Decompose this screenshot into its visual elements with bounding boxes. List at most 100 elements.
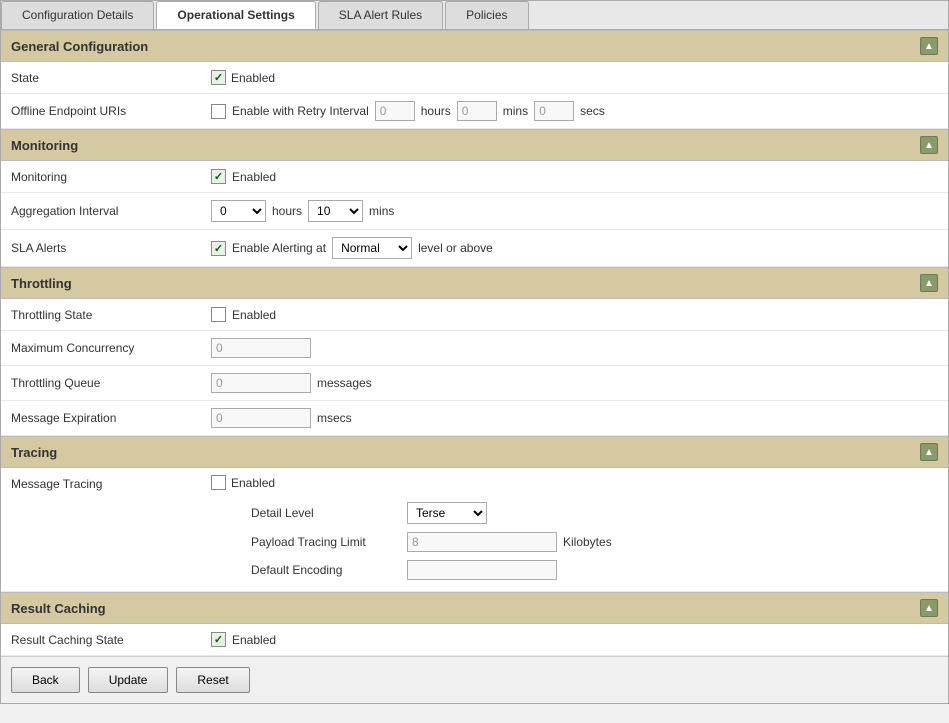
monitoring-text: Enabled (232, 170, 276, 184)
tab-configuration-details[interactable]: Configuration Details (1, 1, 154, 29)
result-caching-title: Result Caching (11, 601, 106, 616)
tracing-collapse-btn[interactable]: ▲ (920, 443, 938, 461)
payload-limit-text: Kilobytes (563, 535, 612, 549)
aggregation-interval-label: Aggregation Interval (11, 204, 211, 218)
message-tracing-control: Enabled Detail Level Terse Verbose Paylo… (211, 475, 938, 584)
result-caching-state-label: Result Caching State (11, 633, 211, 647)
sla-alerts-row: SLA Alerts Enable Alerting at Normal Min… (1, 230, 948, 267)
main-container: Configuration Details Operational Settin… (0, 0, 949, 704)
message-tracing-label: Message Tracing (11, 475, 211, 491)
sla-suffix-text: level or above (418, 241, 493, 255)
payload-limit-label: Payload Tracing Limit (251, 535, 401, 549)
sla-alerts-control: Enable Alerting at Normal Minor Major Cr… (211, 237, 938, 259)
agg-hours-select[interactable]: 0 1 2 6 12 24 (211, 200, 266, 222)
default-encoding-row: Default Encoding (251, 556, 938, 584)
tracing-checkbox[interactable] (211, 475, 226, 490)
button-bar: Back Update Reset (1, 656, 948, 703)
offline-endpoint-control: Enable with Retry Interval hours mins se… (211, 101, 938, 121)
monitoring-header: Monitoring ▲ (1, 129, 948, 161)
aggregation-interval-control: 0 1 2 6 12 24 hours 5 10 15 30 60 mins (211, 200, 938, 222)
monitoring-checkbox[interactable] (211, 169, 226, 184)
general-config-header: General Configuration ▲ (1, 30, 948, 62)
tracing-title: Tracing (11, 445, 57, 460)
throttling-state-checkbox[interactable] (211, 307, 226, 322)
tracing-header: Tracing ▲ (1, 436, 948, 468)
throttling-state-control: Enabled (211, 307, 938, 322)
state-text: Enabled (231, 71, 275, 85)
hours-input[interactable] (375, 101, 415, 121)
detail-level-row: Detail Level Terse Verbose (251, 498, 938, 528)
result-caching-checkbox[interactable] (211, 632, 226, 647)
max-concurrency-input[interactable] (211, 338, 311, 358)
max-concurrency-control (211, 338, 938, 358)
throttling-collapse-btn[interactable]: ▲ (920, 274, 938, 292)
throttling-queue-control: messages (211, 373, 938, 393)
tab-sla-alert-rules[interactable]: SLA Alert Rules (318, 1, 443, 29)
result-caching-collapse-btn[interactable]: ▲ (920, 599, 938, 617)
tabs-bar: Configuration Details Operational Settin… (1, 1, 948, 30)
throttling-header: Throttling ▲ (1, 267, 948, 299)
monitoring-label: Monitoring (11, 170, 211, 184)
monitoring-collapse-btn[interactable]: ▲ (920, 136, 938, 154)
mins-input[interactable] (457, 101, 497, 121)
general-config-title: General Configuration (11, 39, 148, 54)
secs-label: secs (580, 104, 605, 118)
update-button[interactable]: Update (88, 667, 169, 693)
throttling-state-row: Throttling State Enabled (1, 299, 948, 331)
payload-limit-row: Payload Tracing Limit Kilobytes (251, 528, 938, 556)
offline-endpoint-checkbox[interactable] (211, 104, 226, 119)
agg-mins-select[interactable]: 5 10 15 30 60 (308, 200, 363, 222)
offline-endpoint-text: Enable with Retry Interval (232, 104, 369, 118)
throttling-state-text: Enabled (232, 308, 276, 322)
state-control: Enabled (211, 70, 938, 85)
message-expiration-input[interactable] (211, 408, 311, 428)
sla-alerts-label: SLA Alerts (11, 241, 211, 255)
throttling-queue-label: Throttling Queue (11, 376, 211, 390)
throttling-queue-row: Throttling Queue messages (1, 366, 948, 401)
max-concurrency-label: Maximum Concurrency (11, 341, 211, 355)
agg-hours-label: hours (272, 204, 302, 218)
sla-prefix-text: Enable Alerting at (232, 241, 326, 255)
payload-limit-input[interactable] (407, 532, 557, 552)
throttling-queue-input[interactable] (211, 373, 311, 393)
state-checkbox[interactable] (211, 70, 226, 85)
default-encoding-input[interactable] (407, 560, 557, 580)
throttling-title: Throttling (11, 276, 72, 291)
message-expiration-text: msecs (317, 411, 352, 425)
offline-endpoint-label: Offline Endpoint URIs (11, 104, 211, 118)
hours-label: hours (421, 104, 451, 118)
result-caching-header: Result Caching ▲ (1, 592, 948, 624)
sla-level-select[interactable]: Normal Minor Major Critical (332, 237, 412, 259)
agg-mins-label: mins (369, 204, 394, 218)
message-expiration-control: msecs (211, 408, 938, 428)
tracing-enabled-row: Enabled (211, 475, 938, 490)
message-tracing-row: Message Tracing Enabled Detail Level Ter… (1, 468, 948, 592)
detail-level-label: Detail Level (251, 506, 401, 520)
throttling-queue-text: messages (317, 376, 372, 390)
general-config-collapse-btn[interactable]: ▲ (920, 37, 938, 55)
reset-button[interactable]: Reset (176, 667, 249, 693)
monitoring-control: Enabled (211, 169, 938, 184)
secs-input[interactable] (534, 101, 574, 121)
state-row: State Enabled (1, 62, 948, 94)
max-concurrency-row: Maximum Concurrency (1, 331, 948, 366)
sla-checkbox[interactable] (211, 241, 226, 256)
monitoring-title: Monitoring (11, 138, 78, 153)
tab-operational-settings[interactable]: Operational Settings (156, 1, 315, 29)
default-encoding-label: Default Encoding (251, 563, 401, 577)
state-label: State (11, 71, 211, 85)
result-caching-state-text: Enabled (232, 633, 276, 647)
detail-level-select[interactable]: Terse Verbose (407, 502, 487, 524)
tracing-sub-rows: Detail Level Terse Verbose Payload Traci… (211, 498, 938, 584)
message-expiration-label: Message Expiration (11, 411, 211, 425)
state-checkbox-container: Enabled (211, 70, 275, 85)
result-caching-state-control: Enabled (211, 632, 938, 647)
tracing-enabled-text: Enabled (231, 476, 275, 490)
tab-policies[interactable]: Policies (445, 1, 528, 29)
aggregation-interval-row: Aggregation Interval 0 1 2 6 12 24 hours… (1, 193, 948, 230)
offline-endpoint-row: Offline Endpoint URIs Enable with Retry … (1, 94, 948, 129)
throttling-state-label: Throttling State (11, 308, 211, 322)
content-area: General Configuration ▲ State Enabled Of… (1, 30, 948, 703)
message-expiration-row: Message Expiration msecs (1, 401, 948, 436)
back-button[interactable]: Back (11, 667, 80, 693)
